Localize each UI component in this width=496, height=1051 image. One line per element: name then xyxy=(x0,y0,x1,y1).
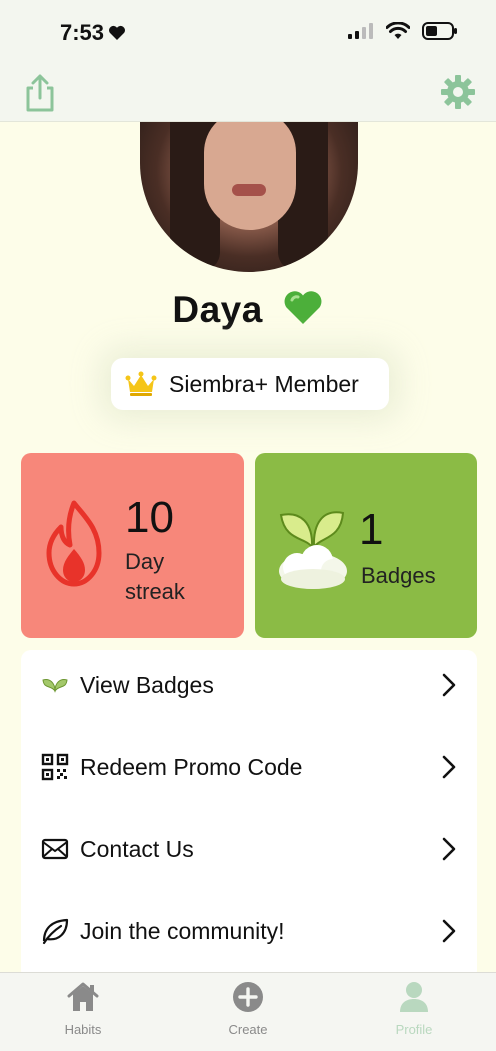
status-icons xyxy=(348,22,458,40)
chevron-right-icon xyxy=(442,919,456,943)
streak-label-line2: streak xyxy=(125,579,185,604)
tab-bar: Habits Create Profile xyxy=(0,972,496,1051)
tab-create[interactable]: Create xyxy=(198,981,298,1037)
leaf-outline-icon xyxy=(41,917,69,945)
membership-label: Siembra+ Member xyxy=(169,370,359,397)
wifi-icon xyxy=(386,22,410,39)
top-nav xyxy=(0,66,496,122)
profile-name-text: Daya xyxy=(172,289,263,330)
leaf-icon xyxy=(41,671,69,699)
tab-label: Habits xyxy=(64,1022,102,1037)
menu-item-join-community[interactable]: Join the community! xyxy=(21,896,477,966)
share-icon xyxy=(26,74,54,112)
plus-circle-icon xyxy=(233,982,263,1012)
share-button[interactable] xyxy=(22,70,58,114)
tab-habits[interactable]: Habits xyxy=(33,981,133,1037)
menu-item-label: Contact Us xyxy=(80,835,194,862)
status-time-text: 7:53 xyxy=(60,20,105,45)
house-icon xyxy=(67,982,99,1011)
tab-profile[interactable]: Profile xyxy=(364,981,464,1037)
tab-label: Create xyxy=(228,1022,268,1037)
avatar-face xyxy=(204,110,296,230)
menu-item-view-badges[interactable]: View Badges xyxy=(21,650,477,720)
signal-icon xyxy=(348,23,373,39)
menu-item-contact-us[interactable]: Contact Us xyxy=(21,814,477,884)
profile-name: Daya xyxy=(0,288,496,331)
streak-value: 10 xyxy=(125,493,174,542)
envelope-icon xyxy=(41,835,69,863)
badges-card[interactable]: 1 Badges xyxy=(255,453,477,638)
person-icon xyxy=(400,982,428,1012)
qr-code-icon xyxy=(41,753,69,781)
badges-label: Badges xyxy=(361,563,436,588)
battery-icon xyxy=(422,22,457,40)
settings-button[interactable] xyxy=(440,74,476,110)
profile-menu: View Badges Redeem Promo Code Contact Us… xyxy=(21,650,477,980)
gear-icon xyxy=(441,75,475,109)
menu-item-label: Redeem Promo Code xyxy=(80,753,303,780)
chevron-right-icon xyxy=(442,673,456,697)
streak-label-line1: Day xyxy=(125,549,165,574)
menu-item-label: Join the community! xyxy=(80,917,285,944)
menu-item-redeem-promo[interactable]: Redeem Promo Code xyxy=(21,732,477,802)
chevron-right-icon xyxy=(442,837,456,861)
membership-badge[interactable]: Siembra+ Member xyxy=(111,358,389,410)
menu-item-label: View Badges xyxy=(80,671,214,698)
streak-card[interactable]: 10 Day streak xyxy=(21,453,244,638)
chevron-right-icon xyxy=(442,755,456,779)
green-heart-icon xyxy=(284,291,322,324)
heart-icon xyxy=(109,25,126,40)
status-time: 7:53 xyxy=(60,20,126,46)
sprout-cloud-icon xyxy=(279,511,347,589)
crown-icon xyxy=(125,371,157,396)
tab-label: Profile xyxy=(395,1022,433,1037)
flame-icon xyxy=(46,500,102,587)
avatar-lips xyxy=(232,184,266,196)
badges-value: 1 xyxy=(359,505,384,554)
status-bar: 7:53 xyxy=(0,0,496,66)
